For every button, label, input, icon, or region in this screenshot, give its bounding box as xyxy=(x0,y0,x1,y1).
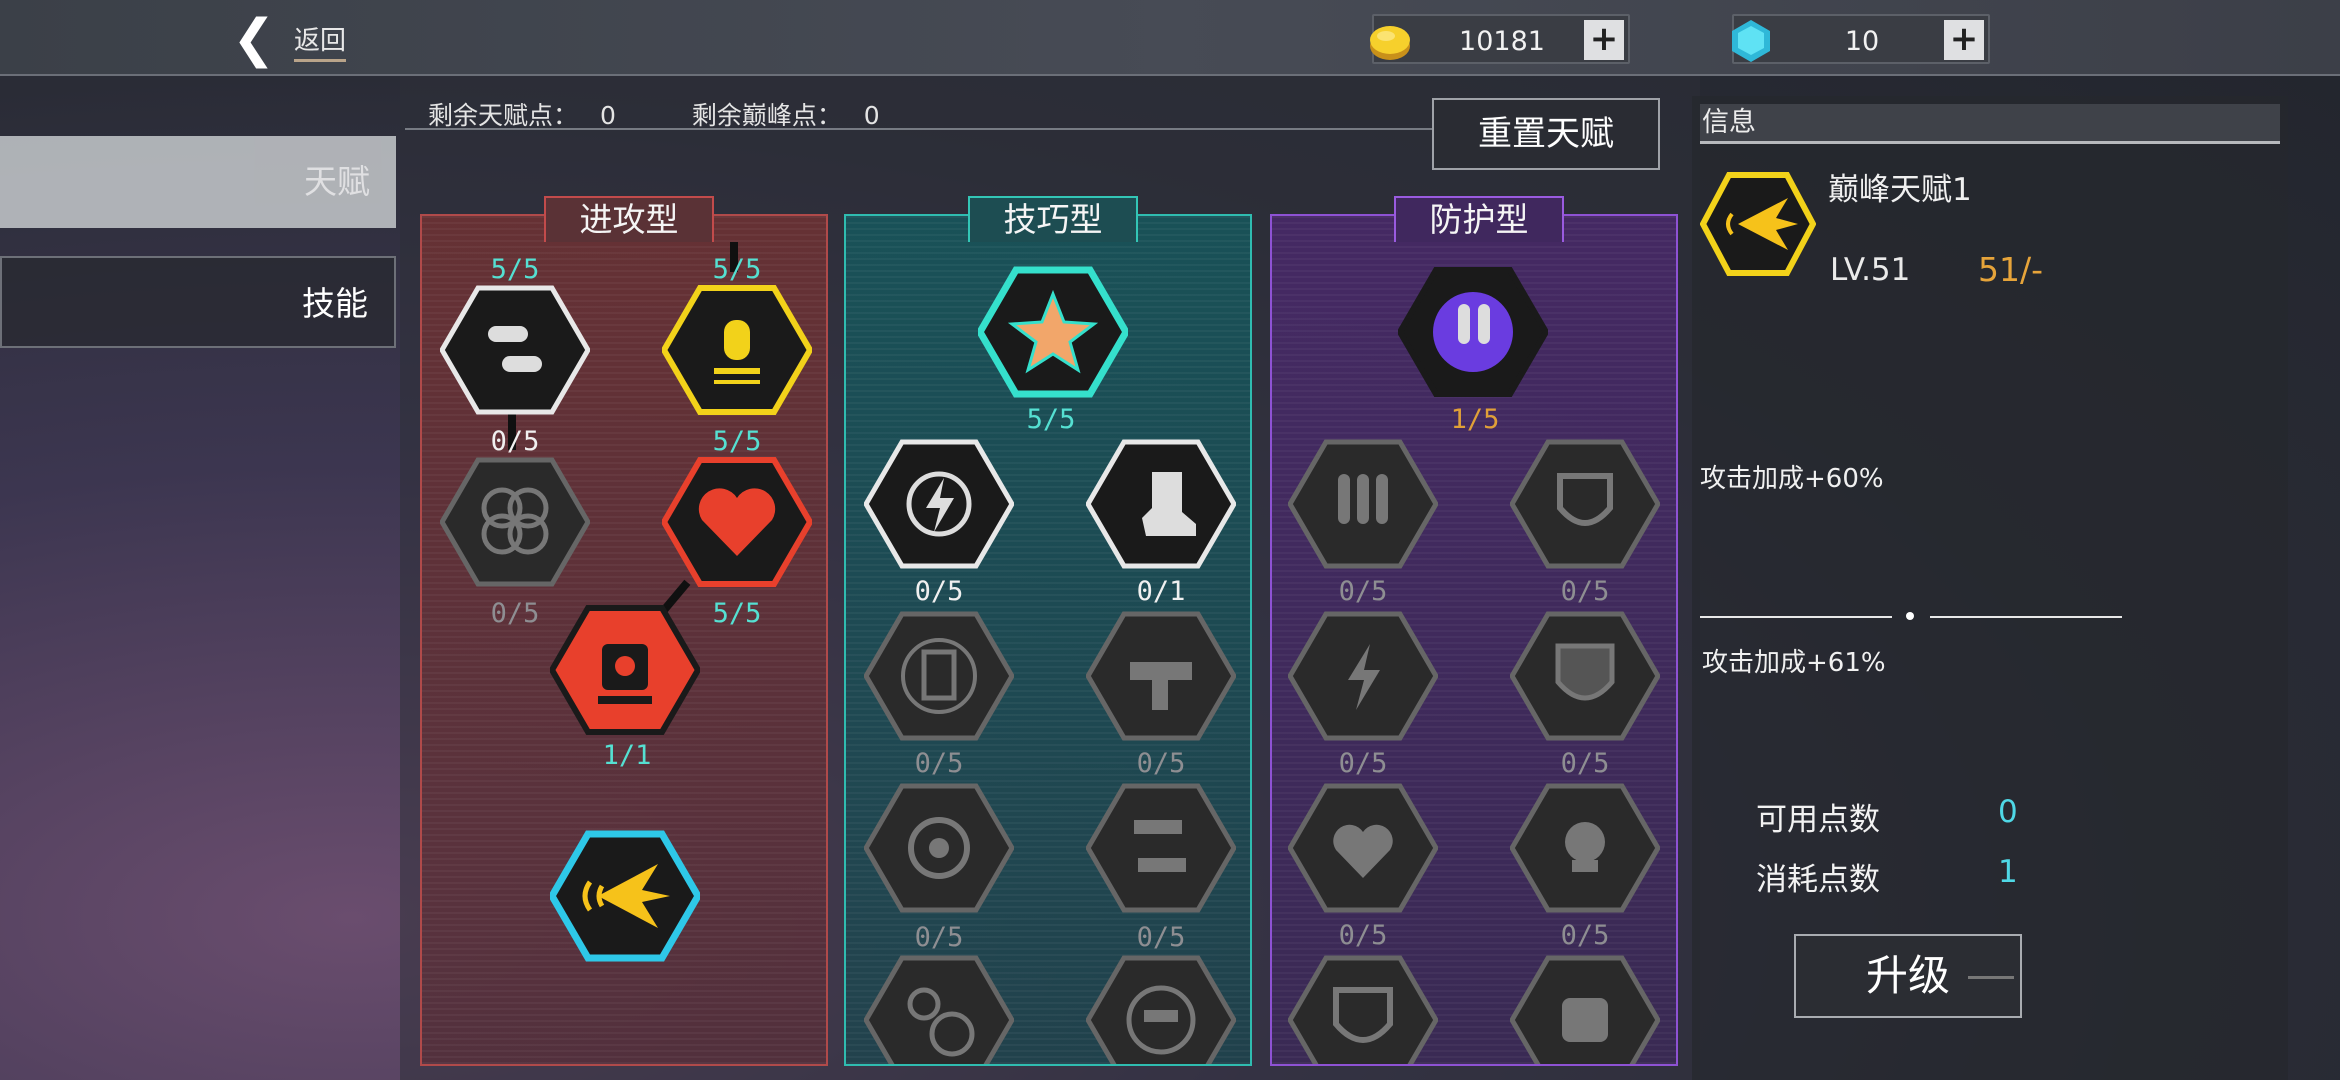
defense-title: 防护型 xyxy=(1394,196,1564,242)
peak-points-value: 0 xyxy=(863,101,880,130)
talent-node-skull-shield[interactable] xyxy=(1510,782,1660,914)
add-gem-button[interactable]: + xyxy=(1944,20,1984,60)
talent-node-boot[interactable] xyxy=(1086,438,1236,570)
node-level: 0/5 xyxy=(914,576,964,607)
gold-counter: 10181 + xyxy=(1370,14,1630,64)
talent-node-rockets-cycle[interactable] xyxy=(1398,266,1548,398)
info-header: 信息 xyxy=(1700,104,2280,144)
node-level: 0/5 xyxy=(1338,920,1388,951)
talent-node-shield-bullet[interactable] xyxy=(662,284,812,416)
peak-points-label: 剩余巅峰点： xyxy=(691,101,842,130)
node-level: 5/5 xyxy=(712,254,762,285)
separator-dot xyxy=(1906,612,1914,620)
talent-node-turret[interactable] xyxy=(550,604,700,736)
tab-talent[interactable]: 天赋 xyxy=(0,136,396,228)
available-points-value: 0 xyxy=(1998,794,2018,830)
talent-node-star[interactable] xyxy=(978,266,1128,398)
talent-node-rockets[interactable] xyxy=(1288,438,1438,570)
selected-talent-icon xyxy=(1699,172,1817,276)
separator xyxy=(1930,616,2122,618)
reset-talent-button[interactable]: 重置天赋 xyxy=(1432,98,1660,170)
gem-counter: 10 + xyxy=(1732,14,1990,64)
node-level: 5/5 xyxy=(712,426,762,457)
talent-node-broken-heart[interactable] xyxy=(662,456,812,588)
node-level: 0/5 xyxy=(1338,748,1388,779)
talent-node-lightning-cycle[interactable] xyxy=(864,438,1014,570)
next-effect: 攻击加成+61% xyxy=(1702,648,1886,678)
node-level: 0/1 xyxy=(1136,576,1186,607)
skill-title: 技巧型 xyxy=(968,196,1138,242)
separator xyxy=(1700,616,1892,618)
node-level: 0/5 xyxy=(914,922,964,953)
divider xyxy=(405,128,1455,130)
gold-amount: 10181 xyxy=(1459,26,1545,57)
node-level: 1/5 xyxy=(1450,404,1500,435)
talent-node-gears[interactable] xyxy=(864,954,1014,1064)
gold-coin-icon xyxy=(1370,26,1410,60)
talent-node-twin-drones[interactable] xyxy=(1086,782,1236,914)
node-level: 1/1 xyxy=(602,740,652,771)
shield-fire-icon xyxy=(1555,643,1615,701)
talent-node-shield-fire[interactable] xyxy=(1510,610,1660,742)
talent-node-bullets[interactable] xyxy=(440,284,590,416)
chevron-left-icon: ❮ xyxy=(232,9,276,69)
node-level: 5/5 xyxy=(490,254,540,285)
talent-node-explosion[interactable] xyxy=(550,830,700,962)
talent-points-label: 剩余天赋点： xyxy=(428,101,579,130)
back-button[interactable]: ❮ 返回 xyxy=(232,12,362,66)
back-label: 返回 xyxy=(294,20,347,62)
remaining-points: 剩余天赋点： 0 剩余巅峰点： 0 xyxy=(428,96,880,132)
talent-level-max: 51/- xyxy=(1978,250,2044,289)
sidebar: 天赋 技能 xyxy=(0,76,400,1080)
node-level: 0/5 xyxy=(1560,748,1610,779)
current-effect: 攻击加成+60% xyxy=(1700,464,1884,494)
talent-node-battery-cycle[interactable] xyxy=(864,610,1014,742)
talent-node-clover-heart[interactable] xyxy=(440,456,590,588)
node-level: 0/5 xyxy=(490,426,540,457)
node-level: 0/5 xyxy=(1136,922,1186,953)
attack-title: 进攻型 xyxy=(544,196,714,242)
talent-node-gear-wheel[interactable] xyxy=(864,782,1014,914)
talent-node-shield-v[interactable] xyxy=(1288,954,1438,1064)
talent-name: 巅峰天赋1 xyxy=(1828,172,1972,208)
talent-node-heart-cross[interactable] xyxy=(1288,782,1438,914)
node-level: 0/5 xyxy=(1560,576,1610,607)
node-level: 0/5 xyxy=(1136,748,1186,779)
node-level: 0/5 xyxy=(1338,576,1388,607)
available-points-label: 可用点数 xyxy=(1756,802,1880,838)
node-level: 0/5 xyxy=(1560,920,1610,951)
talent-node-shield-swirl[interactable] xyxy=(1510,438,1660,570)
upgrade-button[interactable]: 升级 xyxy=(1794,934,2022,1018)
top-bar: ❮ 返回 10181 + 10 + xyxy=(0,0,2340,76)
rockets-icon xyxy=(1338,474,1388,524)
talent-node-armor[interactable] xyxy=(1510,954,1660,1064)
armor-icon xyxy=(1562,998,1608,1042)
talent-node-lightning-diamond[interactable] xyxy=(1288,610,1438,742)
talent-level: LV.51 xyxy=(1830,252,1911,288)
cost-points-label: 消耗点数 xyxy=(1756,862,1880,898)
cost-points-value: 1 xyxy=(1998,854,2018,890)
tab-skill[interactable]: 技能 xyxy=(0,256,396,348)
upgrade-label: 升级 xyxy=(1865,951,1950,1000)
node-level: 5/5 xyxy=(1026,404,1076,435)
talent-node-drone-cycle[interactable] xyxy=(1086,954,1236,1064)
gem-amount: 10 xyxy=(1844,26,1880,57)
talent-points-value: 0 xyxy=(599,101,616,130)
gem-icon xyxy=(1732,20,1770,62)
add-gold-button[interactable]: + xyxy=(1584,20,1624,60)
rockets-cycle-icon xyxy=(1433,292,1513,372)
talent-node-drone[interactable] xyxy=(1086,610,1236,742)
node-level: 0/5 xyxy=(914,748,964,779)
